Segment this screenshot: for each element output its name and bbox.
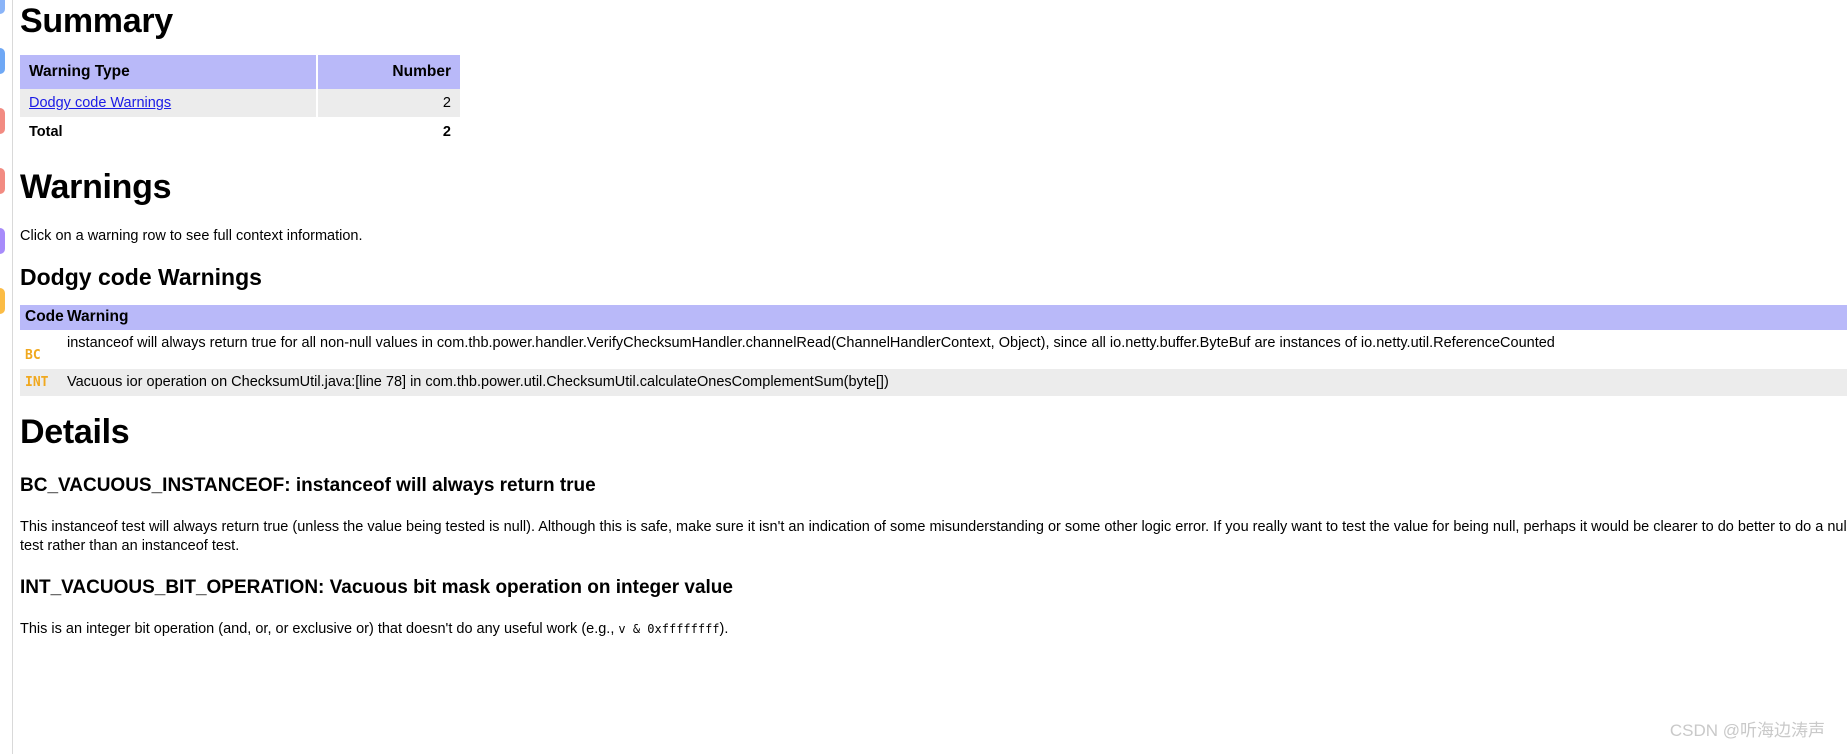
csdn-watermark: CSDN @听海边涛声 <box>1669 721 1825 740</box>
bookmark-pill-orange[interactable] <box>0 288 5 314</box>
detail-title-bc-vacuous-instanceof: BC_VACUOUS_INSTANCEOF: instanceof will a… <box>20 475 596 496</box>
spotbugs-report-page: Summary Warning Type Number Dodgy code W… <box>13 0 1847 754</box>
details-heading: Details <box>20 413 130 451</box>
summary-col-warning-type: Warning Type <box>20 55 316 89</box>
summary-row-type-cell: Dodgy code Warnings <box>20 89 316 117</box>
table-row[interactable]: Dodgy code Warnings 2 <box>20 89 460 117</box>
bookmark-pill-blue-2[interactable] <box>0 48 5 74</box>
warnings-col-warning: Warning <box>67 305 1847 330</box>
dodgy-code-warnings-link[interactable]: Dodgy code Warnings <box>29 95 171 111</box>
dodgy-code-warnings-heading: Dodgy code Warnings <box>20 264 262 290</box>
detail-body-int-code-sample: v & 0xffffffff <box>618 622 720 636</box>
warnings-col-code: Code <box>20 305 67 330</box>
summary-heading: Summary <box>20 2 173 40</box>
summary-total-label: Total <box>20 117 316 146</box>
table-row[interactable]: INT Vacuous ior operation on ChecksumUti… <box>20 369 1847 396</box>
detail-body-int-vacuous-bit-operation: This is an integer bit operation (and, o… <box>20 620 1847 639</box>
detail-title-int-vacuous-bit-operation: INT_VACUOUS_BIT_OPERATION: Vacuous bit m… <box>20 577 733 598</box>
warnings-table-header-row: Code Warning <box>20 305 1847 330</box>
summary-col-number: Number <box>318 55 460 89</box>
warning-message-int: Vacuous ior operation on ChecksumUtil.ja… <box>67 369 1847 396</box>
summary-row-number-cell: 2 <box>318 89 460 117</box>
warning-code-int: INT <box>20 369 67 396</box>
warnings-table: Code Warning BC instanceof will always r… <box>20 305 1847 396</box>
detail-body-int-text-before: This is an integer bit operation (and, o… <box>20 621 619 637</box>
warning-message-bc: instanceof will always return true for a… <box>67 330 1847 369</box>
summary-total-row: Total 2 <box>20 117 460 146</box>
detail-body-bc-vacuous-instanceof: This instanceof test will always return … <box>20 519 1847 554</box>
table-row[interactable]: BC instanceof will always return true fo… <box>20 330 1847 369</box>
bookmark-pill-blue-1[interactable] <box>0 0 5 14</box>
summary-table-header-row: Warning Type Number <box>20 55 460 89</box>
warnings-heading: Warnings <box>20 168 172 206</box>
bookmark-pill-salmon-1[interactable] <box>0 108 5 134</box>
bookmark-pill-salmon-2[interactable] <box>0 168 5 194</box>
summary-total-value: 2 <box>318 117 460 146</box>
warning-code-bc: BC <box>20 330 67 369</box>
bookmark-pill-purple[interactable] <box>0 228 5 254</box>
detail-body-int-text-after: ). <box>719 621 729 637</box>
warnings-note: Click on a warning row to see full conte… <box>20 228 363 244</box>
summary-table: Warning Type Number Dodgy code Warnings … <box>20 55 460 146</box>
